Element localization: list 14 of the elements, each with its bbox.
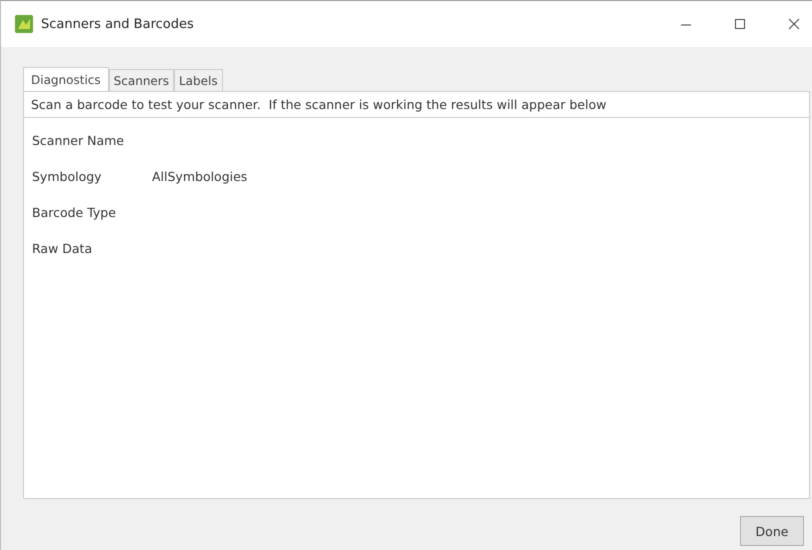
app-icon bbox=[15, 15, 33, 33]
field-label: Barcode Type bbox=[32, 205, 117, 220]
maximize-icon[interactable] bbox=[734, 18, 746, 30]
done-button[interactable]: Done bbox=[740, 516, 804, 546]
field-label: Scanner Name bbox=[32, 133, 125, 148]
tab[interactable]: Diagnostics bbox=[23, 67, 109, 91]
tab[interactable]: Labels bbox=[174, 69, 223, 91]
field-value: AllSymbologies bbox=[152, 169, 248, 184]
field-label: Raw Data bbox=[32, 241, 94, 256]
field-label: Symbology bbox=[32, 169, 103, 184]
window-title: Scanners and Barcodes bbox=[41, 16, 194, 32]
close-icon[interactable] bbox=[788, 18, 800, 30]
instructions: Scan a barcode to test your scanner. If the scanner is working the results will appear below bbox=[24, 92, 809, 118]
tab[interactable]: Scanners bbox=[108, 69, 174, 91]
